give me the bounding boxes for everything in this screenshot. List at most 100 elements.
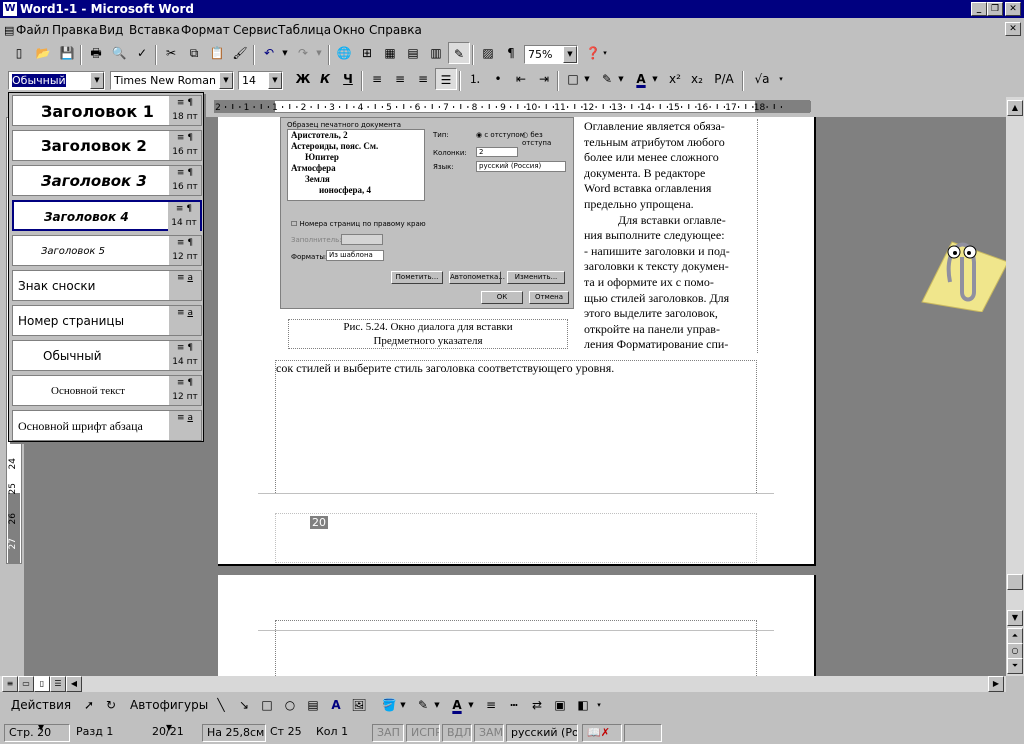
drawing-font-color-dropdown-icon[interactable]: ▼ [466, 694, 476, 716]
doc-close-button[interactable]: ✕ [1005, 22, 1021, 36]
more-drawing-icon[interactable]: ▾ [594, 694, 604, 716]
show-hide-icon[interactable]: ¶ [500, 42, 522, 64]
redo-dropdown-icon[interactable]: ▼ [314, 42, 324, 64]
style-item-default-font[interactable]: Основной шрифт абзаца ≡ a [12, 410, 202, 441]
word-app-icon[interactable]: W [3, 2, 17, 16]
zoom-combo[interactable]: 75% ▼ [524, 45, 578, 64]
status-rec[interactable]: ЗАП [372, 724, 404, 742]
fill-color-icon[interactable]: 🪣 [378, 694, 400, 716]
copy-icon[interactable]: ⧉ [183, 42, 205, 64]
next-page-icon[interactable]: ⏷ [1007, 658, 1023, 674]
menu-format[interactable]: Формат [181, 23, 230, 37]
insert-excel-icon[interactable]: ▤ [402, 42, 424, 64]
preview-icon[interactable]: 🔍 [108, 42, 130, 64]
underline-button[interactable]: Ч [337, 68, 359, 90]
line-color-dropdown-icon[interactable]: ▼ [432, 694, 442, 716]
scroll-down-icon[interactable]: ▼ [1007, 610, 1023, 626]
subscript-icon[interactable]: x₂ [686, 68, 708, 90]
wordart-icon[interactable]: A [325, 694, 347, 716]
print-view-icon[interactable]: ▯ [34, 676, 50, 692]
drawing-icon[interactable]: ✎ [448, 42, 470, 64]
status-ext[interactable]: ВДЛ [442, 724, 472, 742]
style-item-footnote[interactable]: Знак сноски ≡ a [12, 270, 202, 301]
new-icon[interactable]: ▯ [8, 42, 30, 64]
horizontal-ruler[interactable]: 2 1 1 2 3 4 5 6 7 8 9 10 11 12 13 14 15 16 17 18 [214, 100, 811, 113]
line-style-icon[interactable]: ≡ [480, 694, 502, 716]
3d-icon[interactable]: ◧ [572, 694, 594, 716]
style-item-heading3[interactable]: Заголовок 3 ≡ ¶ 16 пт [12, 165, 202, 196]
open-icon[interactable]: 📂 [32, 42, 54, 64]
increase-indent-icon[interactable]: ⇥ [533, 68, 555, 90]
equation-icon[interactable]: √a [747, 68, 777, 90]
menu-table[interactable]: Таблица [278, 23, 331, 37]
arrow-style-icon[interactable]: ⇄ [526, 694, 548, 716]
font-color-dropdown-icon[interactable]: ▼ [650, 68, 660, 90]
free-rotate-icon[interactable]: ↻ [100, 694, 122, 716]
borders-dropdown-icon[interactable]: ▼ [582, 68, 592, 90]
arrow-icon[interactable]: ↘ [233, 694, 255, 716]
restore-button[interactable]: ❐ [987, 2, 1003, 16]
status-trk[interactable]: ИСПР [406, 724, 440, 742]
scroll-right-icon[interactable]: ▶ [988, 676, 1004, 692]
save-icon[interactable]: 💾 [56, 42, 78, 64]
autoshapes-button[interactable]: Автофигуры ▾ [130, 694, 208, 734]
actions-button[interactable]: Действия ▾ [8, 694, 74, 734]
tables-borders-icon[interactable]: ⊞ [356, 42, 378, 64]
paste-icon[interactable]: 📋 [206, 42, 228, 64]
borders-icon[interactable]: □ [562, 68, 584, 90]
font-combo[interactable]: Times New Roman ▼ [110, 71, 234, 90]
document-map-icon[interactable]: ▨ [477, 42, 499, 64]
scroll-thumb[interactable] [1007, 574, 1023, 590]
columns-icon[interactable]: ▥ [425, 42, 447, 64]
outline-view-icon[interactable]: ☰ [50, 676, 66, 692]
pa-button[interactable]: P/A [710, 68, 738, 90]
align-left-icon[interactable]: ≡ [366, 68, 388, 90]
shadow-icon[interactable]: ▣ [549, 694, 571, 716]
prev-page-icon[interactable]: ⏶ [1007, 628, 1023, 644]
scroll-left-icon[interactable]: ◀ [66, 676, 82, 692]
status-ovr[interactable]: ЗАМ [474, 724, 504, 742]
menu-help[interactable]: Справка [369, 23, 422, 37]
bold-button[interactable]: Ж [292, 68, 314, 90]
style-item-page-number[interactable]: Номер страницы ≡ a [12, 305, 202, 336]
menu-edit[interactable]: Правка [52, 23, 98, 37]
menu-tools[interactable]: Сервис [233, 23, 278, 37]
spelling-icon[interactable]: ✓ [131, 42, 153, 64]
style-item-heading1[interactable]: Заголовок 1 ≡ ¶ 18 пт [12, 95, 202, 126]
menu-insert[interactable]: Вставка [129, 23, 180, 37]
style-combo[interactable]: Обычный ▼ [8, 71, 105, 90]
normal-view-icon[interactable]: ≡ [2, 676, 18, 692]
style-item-heading4[interactable]: Заголовок 4 ≡ ¶ 14 пт [12, 200, 202, 231]
bullets-icon[interactable]: • [487, 68, 509, 90]
dash-style-icon[interactable]: ┅ [503, 694, 525, 716]
decrease-indent-icon[interactable]: ⇤ [510, 68, 532, 90]
style-item-heading2[interactable]: Заголовок 2 ≡ ¶ 16 пт [12, 130, 202, 161]
vertical-scrollbar[interactable]: ▲ ▼ ⏶ ○ ⏷ [1006, 97, 1024, 676]
select-objects-icon[interactable]: ➚ [78, 694, 100, 716]
align-center-icon[interactable]: ≡ [389, 68, 411, 90]
style-item-normal[interactable]: Обычный ≡ ¶ 14 пт [12, 340, 202, 371]
close-button[interactable]: ✕ [1005, 2, 1021, 16]
italic-button[interactable]: К [314, 68, 336, 90]
menu-view[interactable]: Вид [99, 23, 123, 37]
insert-table-icon[interactable]: ▦ [379, 42, 401, 64]
office-assistant-clippy-icon[interactable] [912, 222, 1008, 312]
font-color-icon[interactable]: A [630, 68, 652, 90]
print-icon[interactable]: 🖶 [85, 42, 107, 64]
minimize-button[interactable]: _ [971, 2, 987, 16]
browse-object-icon[interactable]: ○ [1007, 643, 1023, 659]
clipart-icon[interactable]: 🖼 [348, 694, 370, 716]
menu-file[interactable]: Файл [16, 23, 49, 37]
align-right-icon[interactable]: ≡ [412, 68, 434, 90]
numbering-icon[interactable]: ⒈ [464, 68, 486, 90]
scroll-up-icon[interactable]: ▲ [1007, 100, 1023, 116]
font-size-combo[interactable]: 14 ▼ [238, 71, 283, 90]
undo-dropdown-icon[interactable]: ▼ [280, 42, 290, 64]
web-view-icon[interactable]: ▭ [18, 676, 34, 692]
style-item-body-text[interactable]: Основной текст ≡ ¶ 12 пт [12, 375, 202, 406]
undo-icon[interactable]: ↶ [258, 42, 280, 64]
justify-icon[interactable]: ☰ [435, 68, 457, 90]
redo-icon[interactable]: ↷ [292, 42, 314, 64]
line-icon[interactable]: ╲ [210, 694, 232, 716]
highlight-icon[interactable]: ✎ [596, 68, 618, 90]
